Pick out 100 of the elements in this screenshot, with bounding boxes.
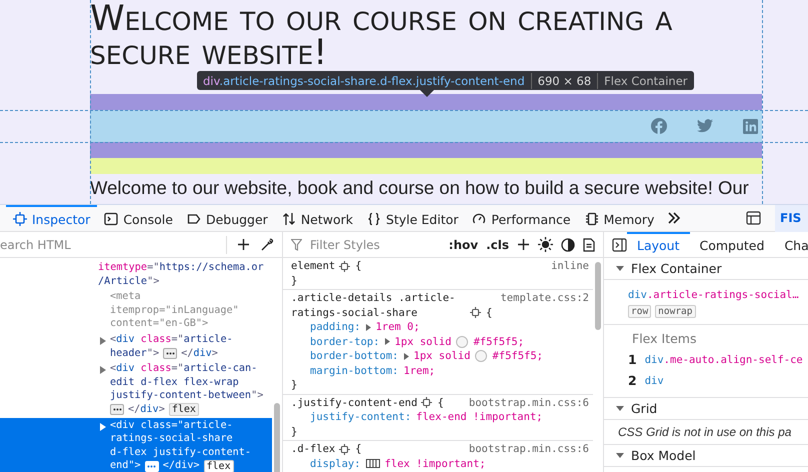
search-field[interactable]: earch HTML bbox=[0, 238, 216, 252]
collapsed-triangle-icon[interactable] bbox=[100, 336, 106, 345]
markup-code: </div> bbox=[128, 402, 165, 417]
rule-selector: .d-flex bbox=[291, 442, 336, 456]
markup-node[interactable]: <div class="article-can- edit d-flex flex-wrap justify-content-between"> </div> flex bbox=[0, 361, 272, 418]
chip-icon bbox=[584, 212, 599, 226]
toolbar-badge[interactable]: FIS bbox=[775, 204, 808, 232]
property-name[interactable]: display: bbox=[310, 456, 361, 471]
eyedropper-icon[interactable] bbox=[260, 238, 274, 252]
item-index: 1 bbox=[628, 352, 637, 367]
ellipsis-button[interactable] bbox=[110, 404, 124, 416]
target-icon[interactable] bbox=[421, 397, 432, 408]
arrows-icon bbox=[282, 212, 296, 226]
cls-toggle[interactable]: .cls bbox=[486, 238, 509, 252]
document-icon[interactable] bbox=[583, 238, 595, 252]
expand-triangle-icon[interactable] bbox=[366, 324, 371, 331]
tag-icon bbox=[186, 212, 201, 226]
flex-badge[interactable]: flex bbox=[168, 403, 199, 416]
brace: { bbox=[355, 442, 362, 456]
property-name[interactable]: border-bottom: bbox=[310, 349, 399, 364]
color-value[interactable]: #f5f5f5; bbox=[492, 349, 543, 364]
property-name[interactable]: margin-bottom: bbox=[310, 364, 399, 378]
flex-item-link[interactable]: div bbox=[644, 374, 664, 386]
property-value[interactable]: flex-end !important; bbox=[416, 410, 543, 424]
devtools-tab[interactable]: Inspector bbox=[6, 204, 98, 232]
tooltip-size: 690 × 68 bbox=[538, 74, 592, 88]
property-value[interactable]: 1rem 0; bbox=[376, 320, 420, 334]
source-link[interactable]: inline bbox=[551, 259, 589, 274]
twitter-icon[interactable] bbox=[697, 119, 713, 133]
sidebar-toggle-icon[interactable] bbox=[612, 238, 627, 252]
page-heading: Welcome to our course on creating a secure website! bbox=[90, 0, 674, 70]
flex-item-link[interactable]: div.me-auto.align-self-ce bbox=[644, 354, 803, 366]
devtools-tab[interactable]: Debugger bbox=[180, 204, 275, 232]
color-swatch[interactable] bbox=[475, 350, 488, 362]
devtools-tab[interactable]: Memory bbox=[578, 204, 662, 232]
section-header[interactable]: Box Model bbox=[604, 445, 808, 467]
ellipsis-button[interactable] bbox=[163, 348, 178, 359]
target-icon[interactable] bbox=[339, 444, 350, 454]
flex-property-badge: row bbox=[628, 305, 652, 318]
gauge-icon bbox=[472, 212, 486, 226]
hov-toggle[interactable]: :hov bbox=[448, 238, 478, 252]
contrast-icon[interactable] bbox=[561, 238, 575, 252]
sidebar-tab[interactable]: Cha bbox=[774, 232, 808, 257]
markup-code: d-flex justify-content- bbox=[110, 446, 252, 460]
expanded-triangle-icon[interactable] bbox=[616, 406, 624, 411]
expand-triangle-icon[interactable] bbox=[404, 352, 409, 360]
property-value[interactable]: 1rem; bbox=[404, 364, 436, 378]
markup-code: end"> bbox=[110, 459, 141, 472]
flex-badge[interactable]: flex bbox=[204, 460, 234, 472]
property-name[interactable]: border-top: bbox=[310, 334, 380, 349]
markup-code: </div> bbox=[181, 346, 218, 360]
filter-styles-field[interactable]: Filter Styles bbox=[310, 238, 441, 252]
color-swatch[interactable] bbox=[456, 336, 468, 348]
section-header[interactable]: Flex Container bbox=[604, 258, 808, 280]
expand-triangle-icon[interactable] bbox=[384, 338, 390, 346]
grid-message: CSS Grid is not in use on this pa bbox=[604, 420, 808, 445]
section-header[interactable]: Grid bbox=[604, 398, 808, 420]
collapsed-triangle-icon[interactable] bbox=[100, 422, 106, 431]
markup-code: ratings-social-share bbox=[110, 432, 233, 446]
ellipsis-icon bbox=[166, 352, 175, 355]
sidebar-tab[interactable]: Computed bbox=[690, 232, 774, 257]
markup-node[interactable]: <div class="article- ratings-social-share d-flex justify-content- end"> </div> flex bbox=[0, 418, 272, 472]
target-icon[interactable] bbox=[339, 260, 350, 272]
color-value[interactable]: #f5f5f5; bbox=[473, 334, 524, 349]
brace: } bbox=[291, 379, 298, 391]
collapsed-triangle-icon[interactable] bbox=[100, 366, 106, 374]
flexbox-icon[interactable] bbox=[366, 459, 380, 468]
markup-node[interactable]: <div class="article- header"> </div> bbox=[0, 332, 272, 362]
add-icon[interactable] bbox=[517, 238, 530, 251]
overflow-chevron-icon[interactable] bbox=[667, 212, 682, 224]
add-icon[interactable] bbox=[237, 238, 250, 251]
markup-node[interactable]: itemtype="https://schema.or /Article"> bbox=[0, 260, 272, 290]
source-link[interactable]: bootstrap.min.css:6 bbox=[468, 442, 589, 456]
markup-code: <div class="article- bbox=[110, 418, 233, 432]
devtools-tab[interactable]: Console bbox=[97, 204, 180, 232]
facebook-icon[interactable] bbox=[651, 118, 667, 134]
linkedin-icon[interactable] bbox=[743, 118, 758, 134]
expanded-triangle-icon[interactable] bbox=[616, 453, 624, 458]
braces-icon bbox=[367, 212, 382, 226]
property-value[interactable]: flex !important; bbox=[384, 456, 486, 471]
dock-layout-icon[interactable] bbox=[746, 211, 761, 225]
source-link[interactable]: bootstrap.min.css:6 bbox=[468, 396, 589, 410]
flex-container-selector[interactable]: div.article-ratings-social… bbox=[628, 289, 799, 301]
markup-node[interactable]: <meta itemprop="inLanguage" content="en-GB"> bbox=[0, 289, 272, 332]
devtools-tab[interactable]: Performance bbox=[465, 204, 578, 232]
devtools-tab[interactable]: Network bbox=[274, 204, 360, 232]
expanded-triangle-icon[interactable] bbox=[616, 266, 624, 271]
sidebar-tab[interactable]: Layout bbox=[627, 232, 690, 257]
markup-code: content="en-GB"> bbox=[110, 317, 208, 331]
property-value[interactable]: 1px solid bbox=[414, 349, 470, 364]
devtools-tab[interactable]: Style Editor bbox=[360, 204, 466, 232]
property-value[interactable]: 1px solid bbox=[394, 334, 452, 349]
sun-icon[interactable] bbox=[538, 237, 553, 252]
property-name[interactable]: padding: bbox=[310, 320, 361, 334]
brace: } bbox=[291, 426, 298, 438]
target-icon[interactable] bbox=[470, 307, 481, 318]
source-link[interactable]: template.css:2 bbox=[500, 291, 589, 306]
brace: { bbox=[355, 259, 362, 274]
brace: } bbox=[291, 274, 298, 286]
property-name[interactable]: justify-content: bbox=[310, 410, 412, 424]
